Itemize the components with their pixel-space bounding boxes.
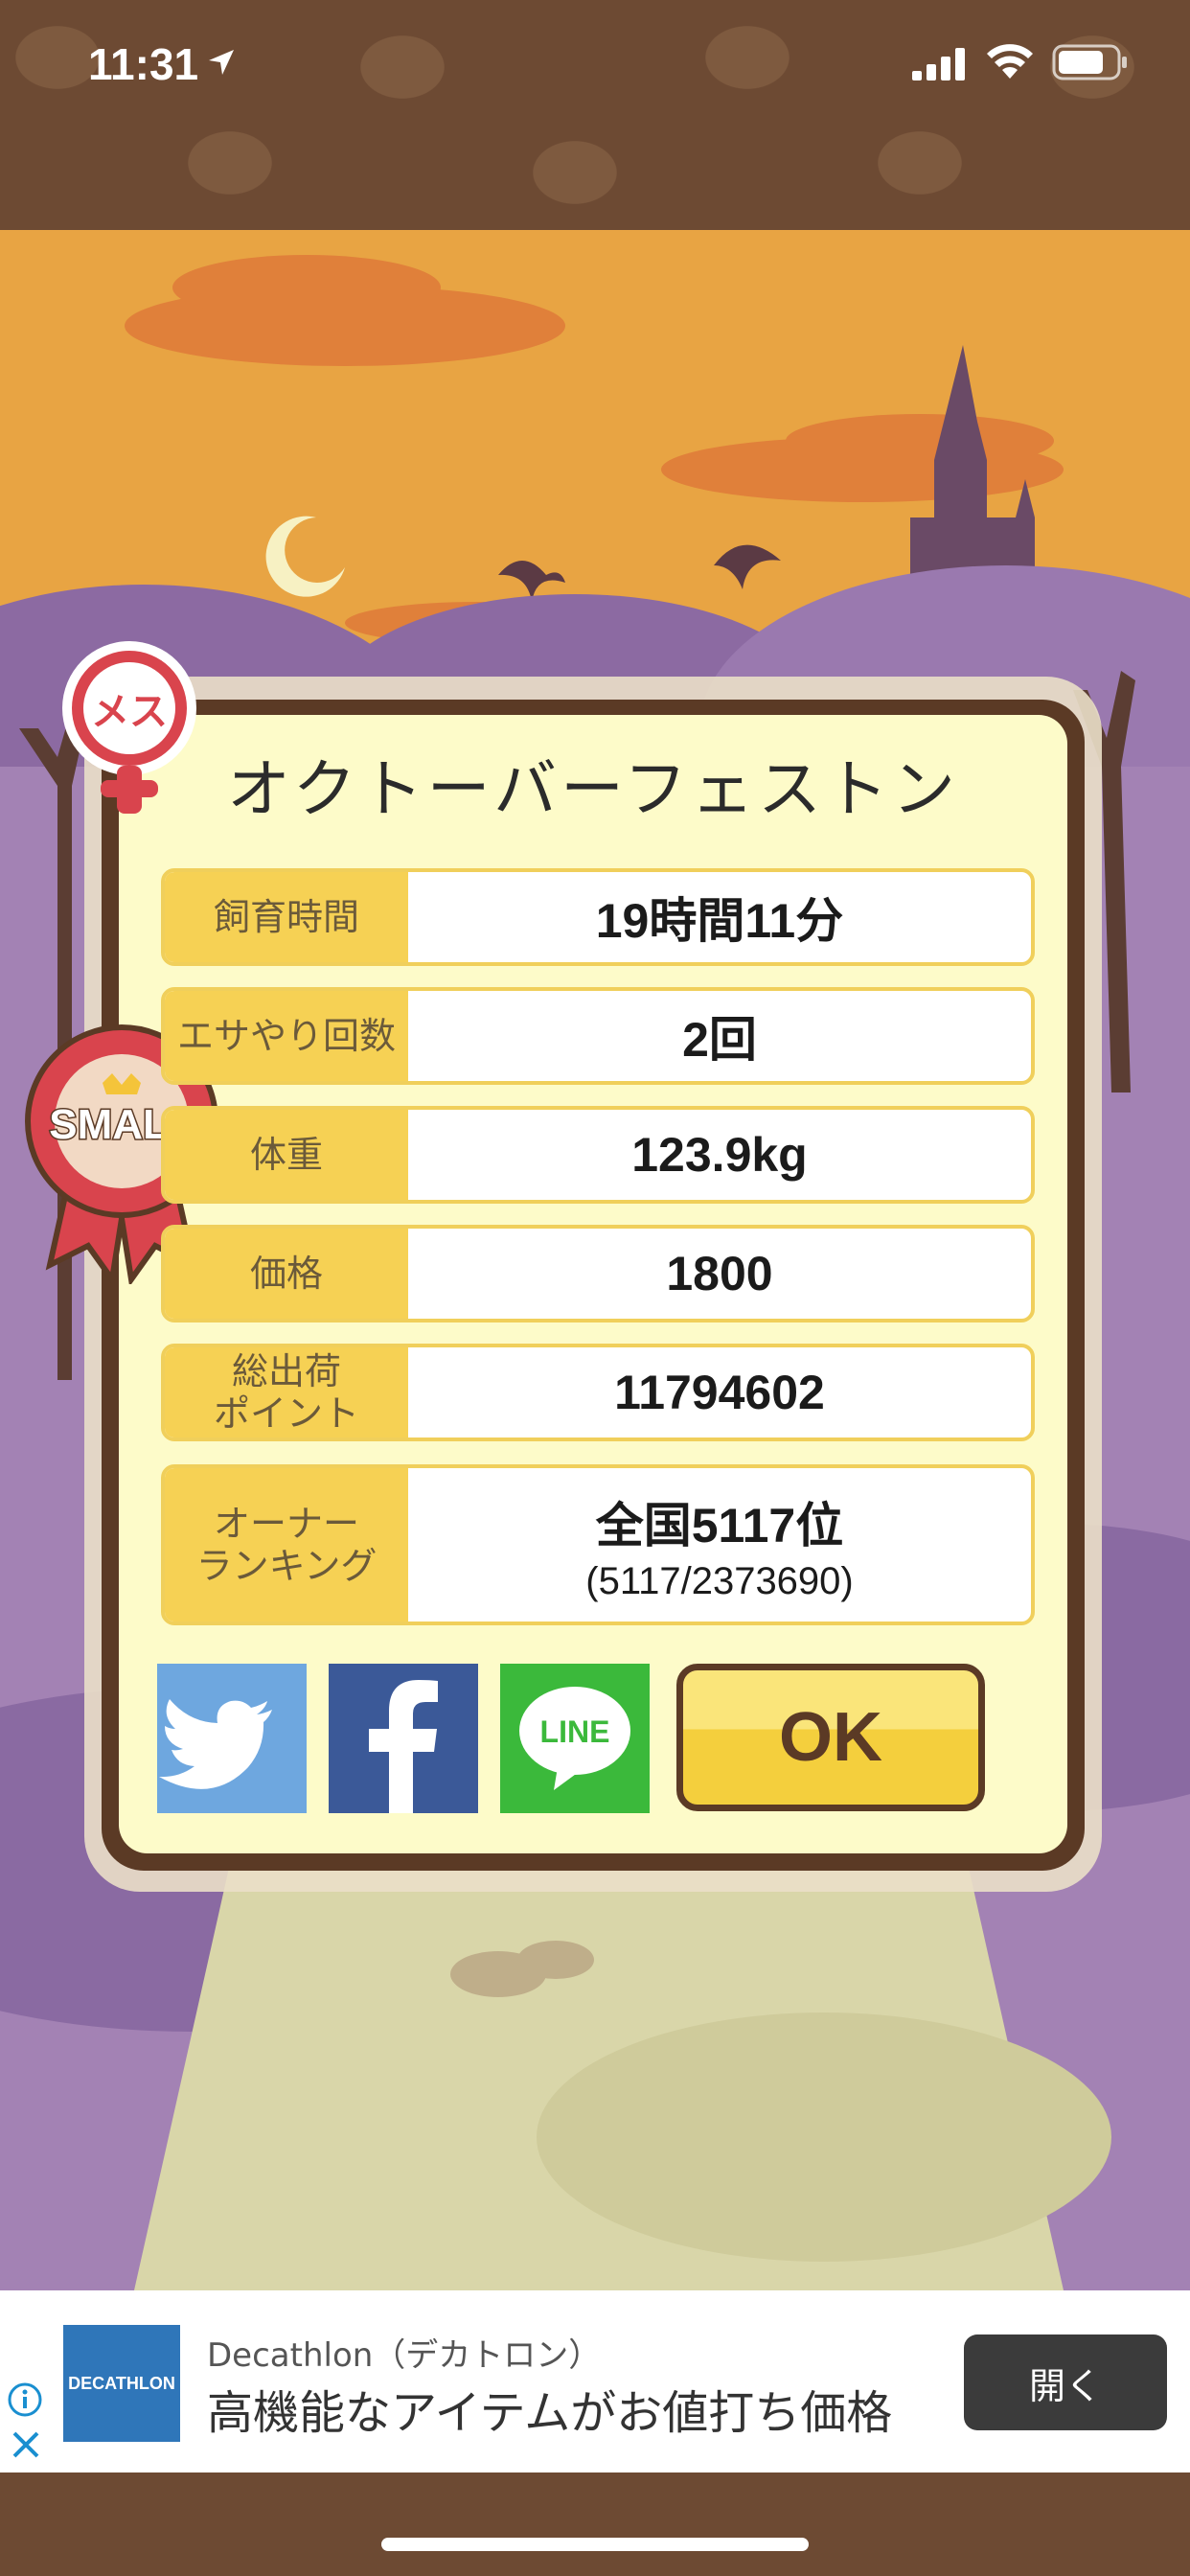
ranking-value: 全国5117位 xyxy=(595,1498,844,1552)
stat-row-weight: 体重 123.9kg xyxy=(161,1106,1035,1204)
stat-row-price: 価格 1800 xyxy=(161,1225,1035,1322)
line-share-button[interactable]: LINE xyxy=(500,1664,650,1813)
location-arrow-icon xyxy=(209,50,234,75)
ad-open-button[interactable]: 開く xyxy=(964,2334,1167,2430)
stat-label-line1: 総出荷 xyxy=(231,1350,341,1392)
wifi-icon xyxy=(987,44,1033,79)
stat-label: エサやり回数 xyxy=(165,991,408,1081)
stat-value: 全国5117位 (5117/2373690) xyxy=(408,1468,1031,1622)
ad-logo: DECATHLON xyxy=(63,2325,180,2442)
twitter-share-button[interactable] xyxy=(157,1664,307,1813)
stat-value: 19時間11分 xyxy=(595,894,844,948)
stat-label: 総出荷 ポイント xyxy=(165,1347,408,1438)
line-label: LINE xyxy=(540,1714,610,1749)
ad-banner[interactable]: DECATHLON Decathlon（デカトロン） 高機能なアイテムがお値打ち… xyxy=(0,2290,1190,2472)
status-bar: 11:31 xyxy=(0,0,1190,230)
stat-label-line2: ポイント xyxy=(213,1392,359,1435)
stat-value: 123.9kg xyxy=(631,1128,808,1182)
stat-label: オーナー ランキング xyxy=(165,1468,408,1622)
stat-label: 価格 xyxy=(165,1229,408,1319)
pig-name: オクトーバーフェストン xyxy=(226,752,960,826)
home-indicator[interactable] xyxy=(381,2538,809,2551)
ad-info-icon[interactable] xyxy=(8,2382,42,2417)
stat-label: 飼育時間 xyxy=(165,872,408,962)
ok-button[interactable]: OK xyxy=(676,1664,985,1811)
stat-value: 1800 xyxy=(666,1247,773,1300)
stat-row-shipping-points: 総出荷 ポイント 11794602 xyxy=(161,1344,1035,1441)
ranking-sub-value: (5117/2373690) xyxy=(585,1559,854,1602)
ad-text: 高機能なアイテムがお値打ち価格 xyxy=(207,2386,893,2440)
stat-value: 11794602 xyxy=(614,1366,825,1419)
battery-icon xyxy=(1052,44,1127,80)
stat-label-line2: ランキング xyxy=(195,1545,378,1587)
stat-row-owner-ranking: オーナー ランキング 全国5117位 (5117/2373690) xyxy=(161,1464,1035,1625)
stat-label-line1: オーナー xyxy=(213,1503,359,1545)
stat-label: 体重 xyxy=(165,1110,408,1200)
gender-badge-text: メス xyxy=(91,690,168,734)
stat-value: 2回 xyxy=(682,1013,757,1067)
status-time: 11:31 xyxy=(88,39,199,89)
facebook-share-button[interactable] xyxy=(329,1664,478,1813)
ad-close-icon[interactable] xyxy=(11,2430,40,2459)
ad-title: Decathlon（デカトロン） xyxy=(207,2336,602,2375)
stat-row-feeding-time: 飼育時間 19時間11分 xyxy=(161,868,1035,966)
stat-row-feed-count: エサやり回数 2回 xyxy=(161,987,1035,1085)
bottom-strip xyxy=(0,2472,1190,2576)
signal-icon xyxy=(912,48,965,80)
